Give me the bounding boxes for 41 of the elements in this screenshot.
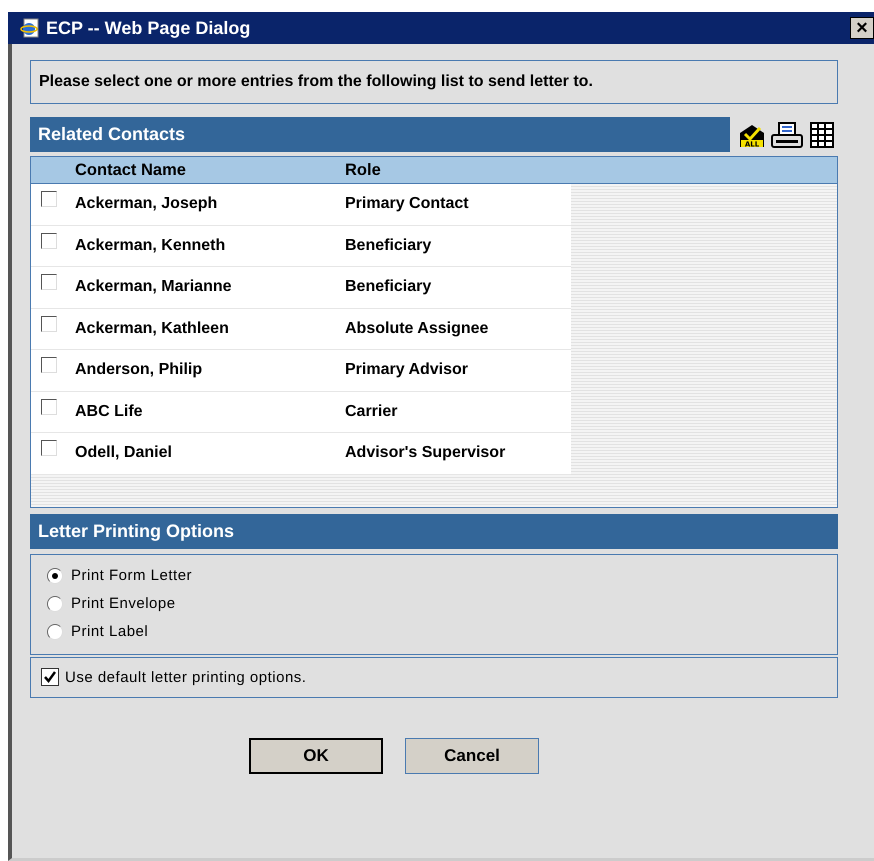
checkbox[interactable]: [41, 316, 57, 332]
checkbox[interactable]: [41, 668, 59, 686]
radio-button[interactable]: [47, 596, 63, 612]
checkbox[interactable]: [41, 357, 57, 373]
radio-button[interactable]: [47, 568, 63, 584]
table-cell-text: ABC Life: [75, 402, 144, 421]
column-header: Role: [345, 160, 382, 180]
table-cell-text: Advisor's Supervisor: [345, 444, 506, 462]
option-label: Print Label: [71, 623, 148, 640]
checkbox[interactable]: [41, 232, 57, 248]
table-cell-text: Beneficiary: [345, 236, 432, 255]
checkbox-label: Use default letter printing options.: [65, 668, 306, 686]
radio-button[interactable]: [47, 624, 63, 640]
checkbox[interactable]: [41, 191, 57, 207]
table-cell-text: Primary Advisor: [345, 361, 470, 380]
table-cell-text: Carrier: [345, 402, 398, 421]
option-label: Print Form Letter: [71, 567, 192, 584]
table-cell-text: Ackerman, Kenneth: [75, 236, 226, 255]
checkbox[interactable]: [41, 440, 57, 456]
checkbox[interactable]: [41, 274, 57, 290]
table-cell-text: Absolute Assignee: [345, 320, 490, 338]
window-title: ECP -- Web Page Dialog: [46, 18, 252, 38]
table-cell-text: Ackerman, Kathleen: [75, 320, 230, 338]
globe-icon: [20, 18, 40, 38]
table-cell-text: Beneficiary: [345, 278, 432, 296]
table-cell-text: Ackerman, Marianne: [75, 278, 233, 296]
close-button[interactable]: ×: [850, 17, 874, 39]
print-icon[interactable]: [770, 120, 804, 148]
table-cell-text: Anderson, Philip: [75, 361, 204, 380]
section-header: Letter Printing Options: [30, 514, 838, 549]
section-header: Related Contacts: [30, 117, 730, 152]
instruction-text: Please select one or more entries from the following list to send letter to.: [30, 60, 838, 104]
checkbox[interactable]: [41, 398, 57, 414]
table-cell-text: Primary Contact: [345, 195, 470, 214]
option-label: Print Envelope: [71, 595, 176, 612]
table-cell-text: Odell, Daniel: [75, 444, 173, 462]
table-cell-text: Ackerman, Joseph: [75, 195, 218, 214]
cancel-button[interactable]: Cancel: [405, 738, 539, 774]
table-icon[interactable]: [808, 120, 836, 148]
column-header: Contact Name: [75, 160, 187, 180]
ok-button[interactable]: OK: [249, 738, 383, 774]
